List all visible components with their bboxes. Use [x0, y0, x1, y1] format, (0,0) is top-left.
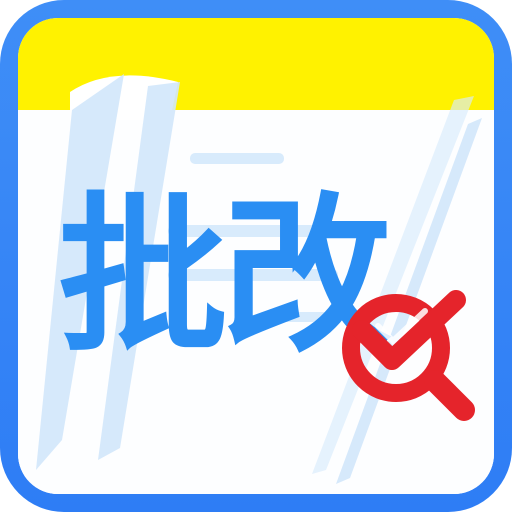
app-icon[interactable]: 批改 [0, 0, 512, 512]
note-line-1 [190, 153, 284, 164]
magnifier-handle-icon [424, 370, 475, 421]
red-check-magnifier-icon [342, 290, 475, 421]
